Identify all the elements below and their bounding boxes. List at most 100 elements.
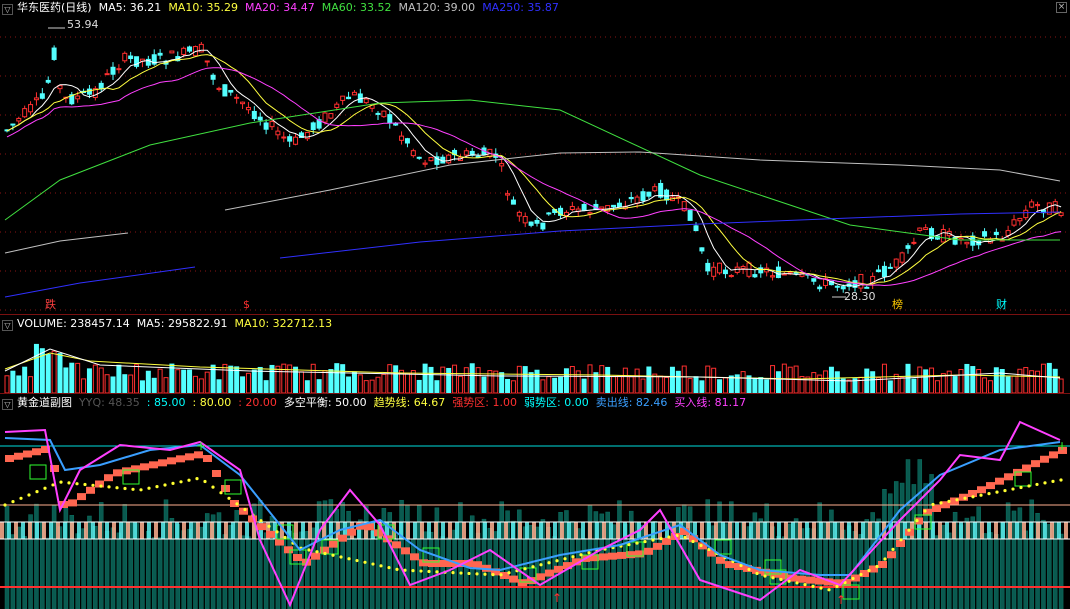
volume-bar — [251, 369, 257, 393]
volume-bar — [310, 363, 316, 393]
balance-band-tick — [546, 522, 550, 539]
indicator-bar — [110, 527, 116, 609]
candle-body — [387, 114, 393, 124]
trend-dot — [651, 538, 655, 542]
indicator-bar — [246, 536, 251, 609]
indicator-bar — [817, 502, 822, 609]
trend-dot — [379, 564, 383, 568]
candle-body — [569, 206, 575, 211]
volume-bar — [964, 363, 970, 393]
volume-bar — [316, 379, 322, 393]
volume-bar — [1017, 368, 1023, 393]
close-icon[interactable]: × — [1056, 2, 1067, 13]
indicator-chart[interactable]: ↑ ↑ + + — [0, 410, 1070, 609]
event-marker-2[interactable]: 榜 — [892, 299, 903, 311]
candle-body — [817, 286, 823, 290]
collapse-triangle-icon[interactable]: ▽ — [2, 320, 13, 331]
volume-bar — [722, 377, 728, 393]
volume-bar — [558, 376, 564, 393]
volume-bar — [45, 353, 51, 393]
volume-bar — [110, 376, 116, 393]
trend-dot — [987, 492, 991, 496]
trend-dot — [971, 495, 975, 499]
balance-band-tick — [133, 522, 137, 539]
balance-band-tick — [742, 522, 746, 539]
indicator-bar — [575, 528, 581, 609]
volume-bar — [57, 353, 63, 393]
trend-dot — [307, 548, 311, 552]
volume-bar — [452, 364, 458, 393]
strength-block — [203, 455, 212, 462]
volume-bar — [351, 371, 357, 393]
indicator-label-1: : 85.00 — [146, 396, 186, 409]
candle-body — [611, 204, 617, 208]
volume-bar — [958, 368, 964, 393]
candle-body — [775, 266, 781, 279]
strength-block — [338, 534, 347, 542]
trend-dot — [283, 535, 287, 540]
balance-band-tick — [609, 522, 613, 539]
balance-band-tick — [1057, 522, 1061, 539]
volume-bar — [457, 375, 463, 393]
candle-body — [770, 275, 776, 278]
candle-body — [10, 123, 16, 126]
indicator-bar — [799, 528, 805, 609]
collapse-triangle-icon[interactable]: ▽ — [2, 399, 13, 410]
candle-body — [834, 285, 840, 288]
volume-bar — [340, 364, 346, 393]
indicator-bar — [546, 527, 552, 609]
trend-dot — [1051, 479, 1055, 483]
volume-bar — [693, 376, 699, 393]
volume-bar — [817, 374, 823, 393]
candle-body — [328, 113, 334, 119]
indicator-bar — [146, 530, 151, 609]
balance-band-tick — [707, 522, 711, 539]
candle-body — [346, 96, 352, 100]
trend-dot — [1059, 478, 1063, 482]
trend-dot — [563, 557, 567, 561]
price-chart[interactable] — [0, 15, 1070, 315]
balance-band-tick — [924, 522, 928, 539]
candle-body — [699, 247, 705, 252]
balance-band-tick — [77, 522, 81, 539]
strength-block — [23, 450, 32, 458]
trend-dot — [363, 560, 367, 564]
collapse-triangle-icon[interactable]: ▽ — [2, 4, 13, 15]
trend-dot — [755, 571, 759, 576]
balance-band-tick — [553, 522, 557, 539]
balance-band-tick — [854, 522, 858, 539]
event-marker-0[interactable]: 跌 — [45, 299, 56, 311]
balance-band-tick — [210, 522, 214, 539]
indicator-bar — [240, 535, 245, 609]
candle-body — [993, 231, 999, 236]
strength-block — [428, 560, 437, 567]
volume-bar — [222, 363, 228, 393]
volume-bar — [1023, 367, 1029, 393]
balance-band-tick — [1050, 522, 1054, 539]
trend-dot — [155, 485, 159, 489]
indicator-bar — [458, 502, 463, 609]
strength-block — [266, 530, 275, 538]
trend-dot — [523, 567, 527, 571]
balance-band-tick — [840, 522, 844, 539]
strength-block — [797, 575, 806, 583]
candle-body — [122, 52, 128, 62]
indicator-bar — [45, 537, 51, 609]
event-marker-1[interactable]: $ — [243, 299, 250, 311]
ma-label-2: MA20: 34.47 — [245, 1, 315, 14]
balance-band-tick — [1064, 522, 1068, 539]
indicator-bar — [22, 536, 27, 609]
candle-body — [705, 262, 711, 272]
candle-body — [499, 163, 505, 167]
volume-bar — [664, 376, 670, 393]
event-marker-3[interactable]: 财 — [996, 299, 1007, 311]
candle-body — [128, 55, 134, 60]
indicator-label-5: 趋势线: 64.67 — [373, 396, 446, 409]
volume-label-1: MA5: 295822.91 — [136, 317, 228, 330]
indicator-bar — [140, 538, 145, 609]
volume-chart[interactable] — [0, 331, 1070, 393]
volume-bar — [192, 375, 198, 393]
balance-band-tick — [119, 522, 123, 539]
trend-dot — [1003, 488, 1007, 493]
volume-bar — [993, 367, 999, 393]
